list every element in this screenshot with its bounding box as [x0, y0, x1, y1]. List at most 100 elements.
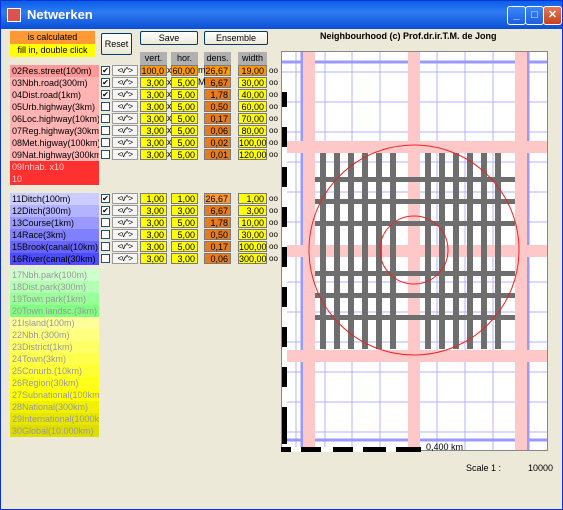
dens-cell[interactable]: 1,78: [204, 217, 231, 228]
row-arrow-controls[interactable]: <v^>: [112, 205, 138, 216]
hor-cell[interactable]: 3,00: [171, 253, 198, 264]
row-checkbox[interactable]: ✔: [101, 90, 110, 99]
network-label[interactable]: 14Race(3km): [10, 229, 99, 241]
row-checkbox[interactable]: [101, 126, 110, 135]
hor-cell[interactable]: 5,00: [171, 89, 198, 100]
width-cell[interactable]: 70,00: [238, 113, 267, 124]
row-arrow-controls[interactable]: <v^>: [112, 217, 138, 228]
dens-cell[interactable]: 0,50: [204, 229, 231, 240]
width-cell[interactable]: 30,00: [238, 77, 267, 88]
width-cell[interactable]: 3,00: [238, 205, 267, 216]
width-cell[interactable]: 60,00: [238, 101, 267, 112]
hor-cell[interactable]: 5,00: [171, 217, 198, 228]
network-label[interactable]: 11Ditch(100m): [10, 193, 99, 205]
width-cell[interactable]: 100,00: [238, 241, 267, 252]
row-checkbox[interactable]: ✔: [101, 206, 110, 215]
dens-cell[interactable]: 0,17: [204, 241, 231, 252]
network-label[interactable]: 15Brook(canal(10km): [10, 241, 99, 253]
network-label[interactable]: 08Met.higway(100km): [10, 137, 99, 149]
row-checkbox[interactable]: [101, 218, 110, 227]
row-arrow-controls[interactable]: <v^>: [112, 241, 138, 252]
vert-cell[interactable]: 3,00: [140, 205, 167, 216]
width-cell[interactable]: 30,00: [238, 229, 267, 240]
dens-cell[interactable]: 6,67: [204, 77, 231, 88]
dens-cell[interactable]: 0,17: [204, 113, 231, 124]
network-label[interactable]: 05Urb.highway(3km): [10, 101, 99, 113]
hor-cell[interactable]: 5,00: [171, 149, 198, 160]
dens-cell[interactable]: 0,02: [204, 137, 231, 148]
width-cell[interactable]: 1,00: [238, 193, 267, 204]
hor-cell[interactable]: 1,00: [171, 193, 198, 204]
row-arrow-controls[interactable]: <v^>: [112, 125, 138, 136]
row-checkbox[interactable]: [101, 242, 110, 251]
row-checkbox[interactable]: ✔: [101, 66, 110, 75]
network-label[interactable]: 16River(canal(30km): [10, 253, 99, 265]
row-checkbox[interactable]: [101, 254, 110, 263]
row-arrow-controls[interactable]: <v^>: [112, 229, 138, 240]
network-label[interactable]: 06Loc.highway(10km): [10, 113, 99, 125]
row-checkbox[interactable]: [101, 138, 110, 147]
dens-cell[interactable]: 1,78: [204, 89, 231, 100]
maximize-button[interactable]: □: [525, 6, 544, 25]
hor-cell[interactable]: 5,00: [171, 137, 198, 148]
hor-cell[interactable]: 5,00: [171, 241, 198, 252]
vert-cell[interactable]: 3,00: [140, 253, 167, 264]
width-cell[interactable]: 120,00: [238, 149, 267, 160]
dens-cell[interactable]: 0,50: [204, 101, 231, 112]
network-label[interactable]: 03Nbh.road(300m): [10, 77, 99, 89]
hor-cell[interactable]: 3,00: [171, 205, 198, 216]
vert-cell[interactable]: 3,00: [140, 137, 167, 148]
vert-cell[interactable]: 3,00: [140, 149, 167, 160]
row-arrow-controls[interactable]: <v^>: [112, 89, 138, 100]
vert-cell[interactable]: 3,00: [140, 89, 167, 100]
network-label[interactable]: 09Nat.highway(300km): [10, 149, 99, 161]
hor-cell[interactable]: 60,00: [171, 65, 198, 76]
hor-cell[interactable]: 5,00: [171, 125, 198, 136]
hor-cell[interactable]: 5,00: [171, 229, 198, 240]
row-arrow-controls[interactable]: <v^>: [112, 253, 138, 264]
reset-button[interactable]: Reset: [101, 33, 132, 55]
dens-cell[interactable]: 6,67: [204, 205, 231, 216]
row-arrow-controls[interactable]: <v^>: [112, 65, 138, 76]
vert-cell[interactable]: 3,00: [140, 77, 167, 88]
vert-cell[interactable]: 3,00: [140, 113, 167, 124]
network-label[interactable]: 07Reg.highway(30km): [10, 125, 99, 137]
save-button[interactable]: Save: [140, 31, 198, 45]
vert-cell[interactable]: 3,00: [140, 229, 167, 240]
row-checkbox[interactable]: [101, 150, 110, 159]
width-cell[interactable]: 10,00: [238, 217, 267, 228]
dens-cell[interactable]: 26,67: [204, 65, 231, 76]
row-arrow-controls[interactable]: <v^>: [112, 101, 138, 112]
row-checkbox[interactable]: [101, 102, 110, 111]
vert-cell[interactable]: 3,00: [140, 241, 167, 252]
width-cell[interactable]: 19,00: [238, 65, 267, 76]
row-arrow-controls[interactable]: <v^>: [112, 193, 138, 204]
dens-cell[interactable]: 0,01: [204, 149, 231, 160]
dens-cell[interactable]: 0,06: [204, 253, 231, 264]
hor-cell[interactable]: 5,00: [171, 77, 198, 88]
row-checkbox[interactable]: [101, 114, 110, 123]
close-button[interactable]: ✕: [543, 6, 562, 25]
row-arrow-controls[interactable]: <v^>: [112, 77, 138, 88]
vert-cell[interactable]: 3,00: [140, 125, 167, 136]
vert-cell[interactable]: 1,00: [140, 193, 167, 204]
dens-cell[interactable]: 26,67: [204, 193, 231, 204]
row-arrow-controls[interactable]: <v^>: [112, 113, 138, 124]
row-arrow-controls[interactable]: <v^>: [112, 137, 138, 148]
vert-cell[interactable]: 3,00: [140, 101, 167, 112]
network-label[interactable]: 12Ditch(300m): [10, 205, 99, 217]
minimize-button[interactable]: _: [507, 6, 526, 25]
row-checkbox[interactable]: ✔: [101, 194, 110, 203]
vert-cell[interactable]: 100,0: [140, 65, 167, 76]
network-label[interactable]: 13Course(1km): [10, 217, 99, 229]
width-cell[interactable]: 80,00: [238, 125, 267, 136]
ensemble-button[interactable]: Ensemble: [204, 31, 268, 45]
vert-cell[interactable]: 3,00: [140, 217, 167, 228]
width-cell[interactable]: 300,00: [238, 253, 267, 264]
hor-cell[interactable]: 5,00: [171, 113, 198, 124]
width-cell[interactable]: 100,00: [238, 137, 267, 148]
width-cell[interactable]: 40,00: [238, 89, 267, 100]
network-label[interactable]: 04Dist.road(1km): [10, 89, 99, 101]
network-label[interactable]: 02Res.street(100m): [10, 65, 99, 77]
dens-cell[interactable]: 0,06: [204, 125, 231, 136]
